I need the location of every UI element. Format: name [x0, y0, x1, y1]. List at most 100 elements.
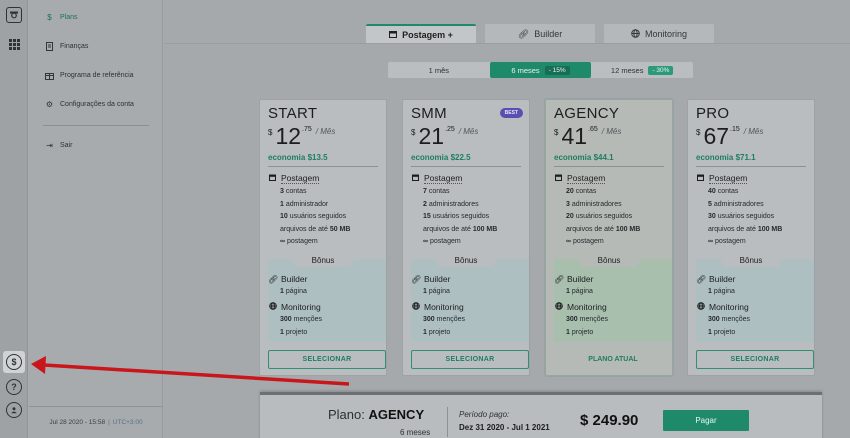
card-divider [554, 166, 664, 167]
feature-item: 2 administradores [423, 200, 479, 208]
select-plan-button[interactable]: SELECIONAR [411, 350, 529, 369]
feature-item: ∞ postagem [708, 238, 746, 245]
plan-name: START [268, 105, 318, 122]
feature-item: 1 projeto [280, 328, 308, 336]
paid-period-value: Dez 31 2020 - Jul 1 2021 [459, 423, 550, 432]
section-monitoring: Monitoring [411, 302, 464, 312]
link-icon: 🔗︎ [268, 274, 279, 284]
tab-monitoring[interactable]: Monitoring [604, 24, 714, 44]
tab-label: Monitoring [644, 29, 688, 39]
select-plan-button[interactable]: SELECIONAR [696, 350, 814, 369]
sidebar-item-label: Finanças [60, 43, 89, 50]
globe-icon [268, 302, 277, 312]
plan-name: PRO [696, 105, 730, 122]
feature-item: 300 menções [280, 316, 323, 323]
price-period: / Mês [601, 127, 622, 136]
feature-item: arquivos de até 100 MB [423, 225, 498, 233]
savings-text: economia $71.1 [696, 153, 756, 162]
feature-item: arquivos de até 100 MB [708, 225, 783, 233]
tab-builder[interactable]: 🔗︎ Builder [485, 24, 595, 44]
help-icon[interactable]: ? [6, 379, 22, 395]
price-cents: .65 [588, 126, 598, 133]
period-option-1-month[interactable]: 1 mês [388, 62, 490, 78]
section-title: Postagem [567, 173, 606, 184]
section-title: Monitoring [709, 302, 749, 312]
user-icon[interactable] [6, 402, 22, 418]
tab-label: Postagem + [402, 30, 453, 40]
globe-icon [554, 302, 563, 312]
dollar-circle-icon: $ [6, 354, 22, 370]
section-builder: 🔗︎ Builder [554, 274, 593, 284]
plan-card-start: START $ 12 .75 / Mês economia $13.5 Post… [259, 99, 387, 376]
price-integer: 41 [561, 123, 588, 149]
price-period: / Mês [315, 127, 336, 136]
billing-icon-button[interactable]: $ [3, 351, 25, 373]
feature-item: 1 página [708, 288, 735, 295]
price-period: / Mês [458, 127, 479, 136]
plan-price: $ 21 .25 / Mês [411, 125, 478, 148]
sidebar-divider [43, 125, 149, 126]
paid-period-label: Período pago: [459, 410, 510, 419]
period-label: 1 mês [428, 65, 450, 75]
document-icon [45, 42, 54, 51]
feature-item: 1 página [566, 288, 593, 295]
sidebar-item-finances[interactable]: Finanças [45, 42, 88, 51]
summary-duration: 6 meses [400, 428, 431, 437]
section-title: Builder [567, 274, 594, 284]
section-title: Monitoring [281, 302, 321, 312]
price-cents: .75 [302, 126, 312, 133]
plan-name: SMM [411, 105, 447, 122]
sidebar-item-referral[interactable]: Programa de referência [45, 71, 134, 80]
plan-price: $ 67 .15 / Mês [696, 125, 763, 148]
period-option-6-months[interactable]: 6 meses - 15% [489, 62, 592, 78]
footer-timezone: UTC+3:00 [112, 419, 143, 426]
feature-item: 1 página [280, 288, 307, 295]
summary-plan: Plano: AGENCY [328, 407, 424, 422]
section-builder: 🔗︎ Builder [268, 274, 307, 284]
card-divider [411, 166, 521, 167]
feature-item: 10 usuários seguidos [280, 213, 347, 220]
order-summary-bar: Plano: AGENCY 6 meses Período pago: Dez … [260, 392, 822, 438]
sidebar-item-account-settings[interactable]: ⚙ Configurações da conta [45, 100, 134, 109]
discount-badge: - 15% [544, 65, 570, 75]
apps-grid-icon[interactable] [6, 36, 22, 52]
pay-button[interactable]: Pagar [663, 410, 749, 431]
period-option-12-months[interactable]: 12 meses - 30% [591, 62, 693, 78]
logout-icon: ⇥ [46, 141, 53, 150]
app-logo-icon[interactable] [6, 7, 22, 23]
currency-symbol: $ [696, 128, 701, 137]
section-postagem: Postagem [268, 173, 320, 184]
globe-icon [696, 302, 705, 312]
select-plan-button[interactable]: SELECIONAR [268, 350, 386, 369]
discount-badge: - 30% [648, 65, 674, 75]
section-builder: 🔗︎ Builder [696, 274, 735, 284]
feature-item: 7 contas [423, 188, 450, 195]
plan-price: $ 12 .75 / Mês [268, 125, 335, 148]
sidebar-item-label: Plans [60, 14, 78, 21]
currency-symbol: $ [268, 128, 273, 137]
section-monitoring: Monitoring [554, 302, 607, 312]
footer-datetime: Jul 28 2020 - 15:58 [49, 419, 106, 426]
plan-price: $ 41 .65 / Mês [554, 125, 621, 148]
feature-item: 1 página [423, 288, 450, 295]
feature-item: 3 contas [280, 188, 307, 195]
summary-divider [447, 407, 448, 437]
main-content: Postagem + 🔗︎ Builder Monitoring 1 mês 6… [164, 0, 850, 438]
tab-postagem[interactable]: Postagem + [366, 24, 476, 44]
section-title: Postagem [424, 173, 463, 184]
period-label: 6 meses [511, 65, 540, 75]
feature-item: ∞ postagem [423, 238, 461, 245]
calendar-icon [554, 174, 563, 183]
plan-card-smm: SMM BEST $ 21 .25 / Mês economia $22.5 Po… [402, 99, 530, 376]
feature-item: 5 administradores [708, 200, 764, 208]
feature-item: 30 usuários seguidos [708, 213, 775, 220]
price-integer: 67 [703, 123, 730, 149]
best-badge: BEST [499, 108, 523, 118]
sidebar-item-logout[interactable]: ⇥ Sair [45, 141, 72, 150]
bonus-label: Bônus [436, 253, 496, 267]
section-postagem: Postagem [554, 173, 606, 184]
billing-period-selector: 1 mês 6 meses - 15% 12 meses - 30% [388, 62, 693, 78]
globe-icon [411, 302, 420, 312]
sidebar-item-plans[interactable]: $ Plans [45, 13, 78, 22]
summary-plan-label: Plano: [328, 407, 365, 422]
